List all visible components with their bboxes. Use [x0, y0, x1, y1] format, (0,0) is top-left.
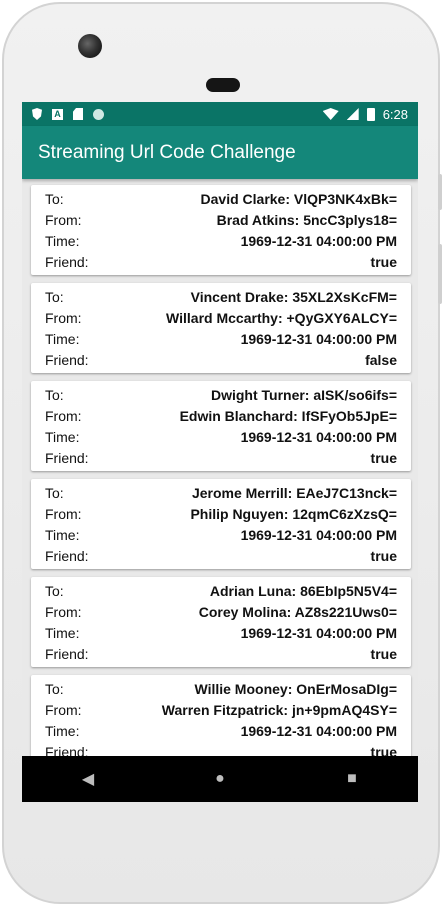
from-value: Willard Mccarthy: +QyGXY6ALCY= — [166, 310, 397, 326]
friend-value: true — [370, 450, 397, 466]
from-row: From: Philip Nguyen: 12qmC6zXzsQ= — [45, 504, 397, 525]
from-label: From: — [45, 212, 82, 228]
to-value: Jerome Merrill: EAeJ7C13nck= — [191, 485, 397, 501]
back-icon[interactable]: ◀ — [58, 769, 118, 789]
power-button — [438, 244, 442, 304]
screen: A 6:28 Streaming Url Code Challenge To: D… — [22, 102, 418, 802]
friend-label: Friend: — [45, 744, 89, 756]
app-title: Streaming Url Code Challenge — [38, 141, 296, 163]
front-camera — [78, 34, 102, 58]
to-row: To: Jerome Merrill: EAeJ7C13nck= — [45, 483, 397, 504]
to-row: To: David Clarke: VlQP3NK4xBk= — [45, 189, 397, 210]
list-item[interactable]: To: Dwight Turner: aISK/so6ifs= From: Edwin… — [31, 381, 411, 471]
to-value: David Clarke: VlQP3NK4xBk= — [200, 191, 397, 207]
time-row: Time: 1969-12-31 04:00:00 PM — [45, 525, 397, 546]
to-value: Vincent Drake: 35XL2XsKcFM= — [190, 289, 397, 305]
friend-row: Friend: true — [45, 546, 397, 567]
to-label: To: — [45, 485, 64, 501]
status-bar: A 6:28 — [22, 102, 418, 126]
list-item[interactable]: To: Jerome Merrill: EAeJ7C13nck= From: Phil… — [31, 479, 411, 569]
from-label: From: — [45, 408, 82, 424]
from-label: From: — [45, 702, 82, 718]
friend-row: Friend: true — [45, 252, 397, 273]
time-row: Time: 1969-12-31 04:00:00 PM — [45, 721, 397, 742]
message-list[interactable]: To: David Clarke: VlQP3NK4xBk= From: Brad A… — [22, 179, 418, 756]
to-label: To: — [45, 681, 64, 697]
a-icon: A — [52, 108, 63, 120]
from-value: Warren Fitzpatrick: jn+9pmAQ4SY= — [161, 702, 397, 718]
friend-label: Friend: — [45, 254, 89, 270]
volume-button — [438, 174, 442, 210]
friend-row: Friend: false — [45, 350, 397, 371]
to-row: To: Dwight Turner: aISK/so6ifs= — [45, 385, 397, 406]
battery-icon — [366, 107, 375, 121]
time-label: Time: — [45, 723, 80, 739]
friend-value: true — [370, 646, 397, 662]
time-row: Time: 1969-12-31 04:00:00 PM — [45, 623, 397, 644]
from-row: From: Willard Mccarthy: +QyGXY6ALCY= — [45, 308, 397, 329]
from-label: From: — [45, 310, 82, 326]
friend-row: Friend: true — [45, 742, 397, 756]
shield-icon — [32, 108, 42, 120]
home-icon[interactable]: ● — [190, 770, 250, 788]
from-row: From: Corey Molina: AZ8s221Uws0= — [45, 602, 397, 623]
friend-row: Friend: true — [45, 644, 397, 665]
friend-row: Friend: true — [45, 448, 397, 469]
friend-label: Friend: — [45, 450, 89, 466]
to-row: To: Willie Mooney: OnErMosaDIg= — [45, 679, 397, 700]
status-time: 6:28 — [382, 106, 408, 122]
recents-icon[interactable]: ■ — [322, 770, 382, 788]
friend-value: true — [370, 744, 397, 756]
time-row: Time: 1969-12-31 04:00:00 PM — [45, 427, 397, 448]
friend-value: false — [365, 352, 397, 368]
friend-value: true — [370, 548, 397, 564]
from-row: From: Warren Fitzpatrick: jn+9pmAQ4SY= — [45, 700, 397, 721]
friend-label: Friend: — [45, 352, 89, 368]
time-value: 1969-12-31 04:00:00 PM — [240, 429, 397, 445]
wifi-icon — [322, 108, 339, 120]
earpiece-speaker — [206, 78, 240, 92]
time-value: 1969-12-31 04:00:00 PM — [240, 233, 397, 249]
time-label: Time: — [45, 527, 80, 543]
from-label: From: — [45, 506, 82, 522]
from-value: Edwin Blanchard: IfSFyOb5JpE= — [179, 408, 397, 424]
friend-value: true — [370, 254, 397, 270]
list-item[interactable]: To: Vincent Drake: 35XL2XsKcFM= From: Willa… — [31, 283, 411, 373]
time-value: 1969-12-31 04:00:00 PM — [240, 723, 397, 739]
to-value: Willie Mooney: OnErMosaDIg= — [194, 681, 397, 697]
from-value: Brad Atkins: 5ncC3plys18= — [216, 212, 397, 228]
time-row: Time: 1969-12-31 04:00:00 PM — [45, 231, 397, 252]
friend-label: Friend: — [45, 646, 89, 662]
to-label: To: — [45, 387, 64, 403]
to-label: To: — [45, 289, 64, 305]
to-label: To: — [45, 191, 64, 207]
time-value: 1969-12-31 04:00:00 PM — [240, 527, 397, 543]
time-label: Time: — [45, 429, 80, 445]
list-item[interactable]: To: Adrian Luna: 86EbIp5N5V4= From: Corey M… — [31, 577, 411, 667]
from-value: Corey Molina: AZ8s221Uws0= — [198, 604, 397, 620]
from-row: From: Brad Atkins: 5ncC3plys18= — [45, 210, 397, 231]
to-value: Dwight Turner: aISK/so6ifs= — [210, 387, 397, 403]
sd-card-icon — [73, 108, 83, 120]
friend-label: Friend: — [45, 548, 89, 564]
to-value: Adrian Luna: 86EbIp5N5V4= — [209, 583, 397, 599]
navigation-bar: ◀ ● ■ — [22, 756, 418, 802]
from-row: From: Edwin Blanchard: IfSFyOb5JpE= — [45, 406, 397, 427]
from-label: From: — [45, 604, 82, 620]
list-item[interactable]: To: David Clarke: VlQP3NK4xBk= From: Brad A… — [31, 185, 411, 275]
time-value: 1969-12-31 04:00:00 PM — [240, 625, 397, 641]
time-row: Time: 1969-12-31 04:00:00 PM — [45, 329, 397, 350]
from-value: Philip Nguyen: 12qmC6zXzsQ= — [190, 506, 397, 522]
time-label: Time: — [45, 331, 80, 347]
app-bar: Streaming Url Code Challenge — [22, 126, 418, 179]
to-row: To: Vincent Drake: 35XL2XsKcFM= — [45, 287, 397, 308]
signal-icon — [346, 108, 359, 120]
list-item[interactable]: To: Willie Mooney: OnErMosaDIg= From: Warre… — [31, 675, 411, 756]
time-value: 1969-12-31 04:00:00 PM — [240, 331, 397, 347]
time-label: Time: — [45, 625, 80, 641]
time-label: Time: — [45, 233, 80, 249]
to-label: To: — [45, 583, 64, 599]
to-row: To: Adrian Luna: 86EbIp5N5V4= — [45, 581, 397, 602]
notification-dot-icon — [93, 108, 104, 120]
